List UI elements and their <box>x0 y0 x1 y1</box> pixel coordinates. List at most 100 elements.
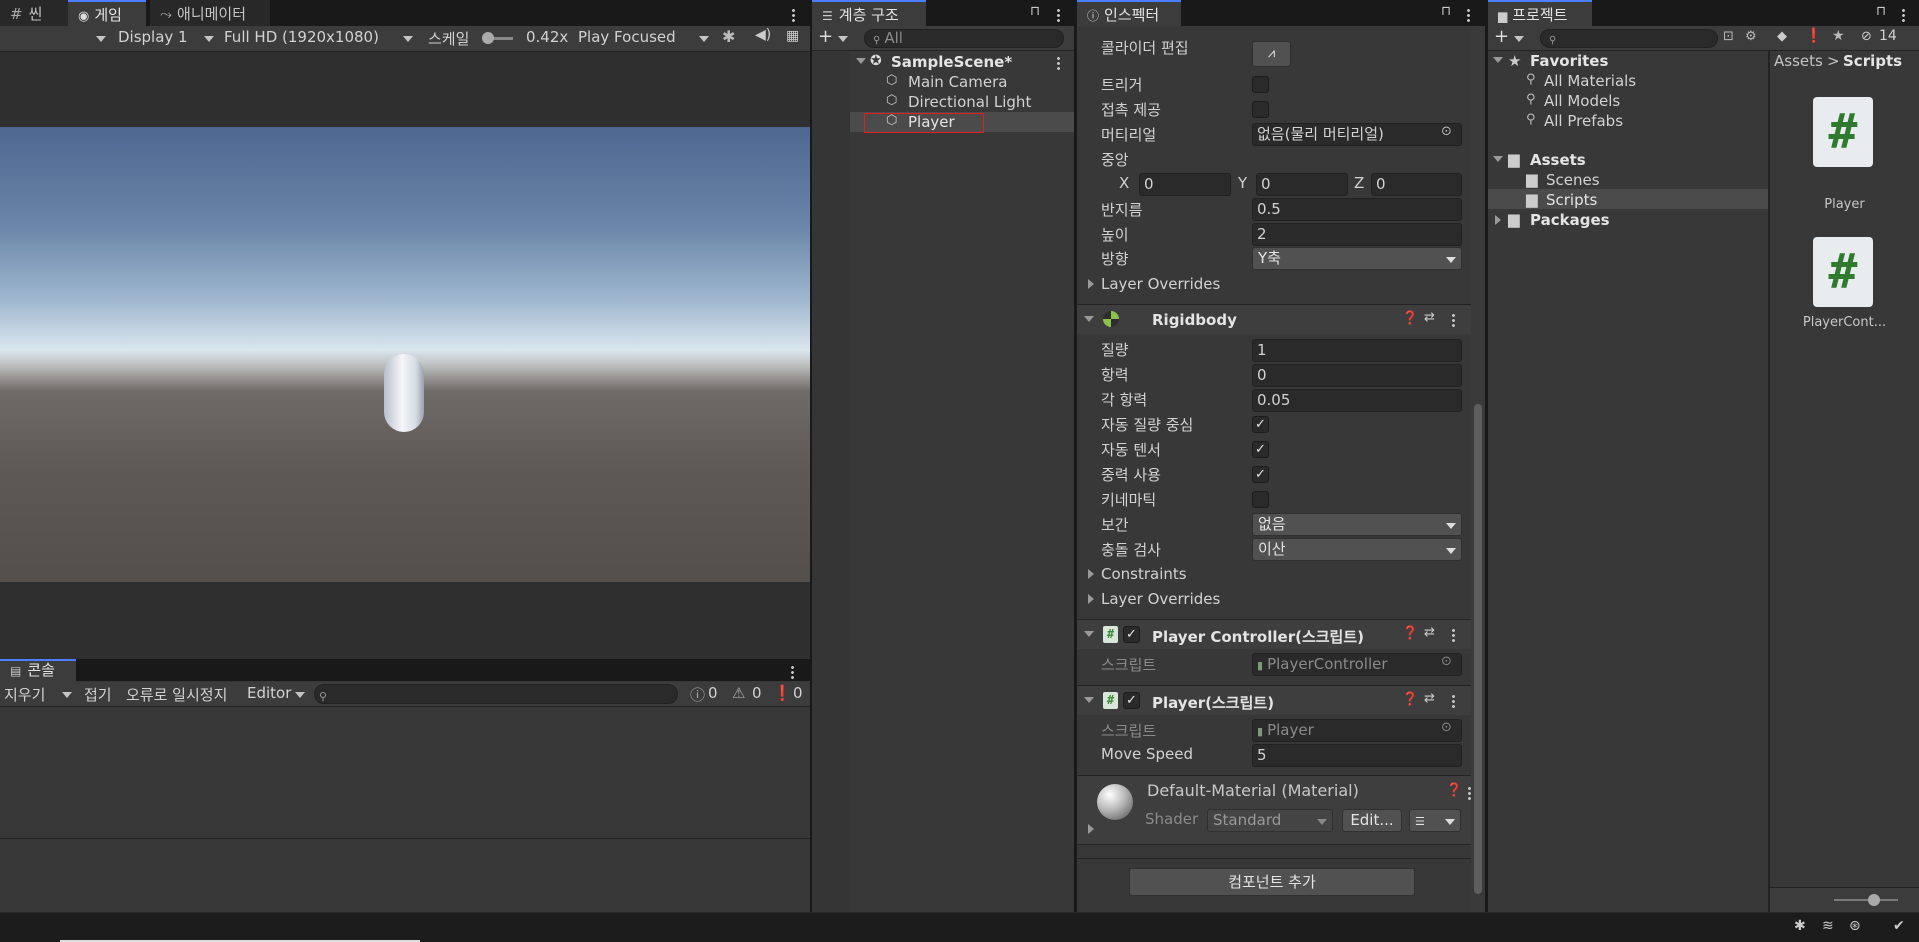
bug-icon[interactable]: ✱ <box>722 27 735 46</box>
add-component-button[interactable]: 컴포넌트 추가 <box>1129 868 1415 896</box>
player-controller-menu-icon[interactable] <box>1452 628 1455 642</box>
add-dropdown-icon[interactable] <box>838 36 848 42</box>
hierarchy-menu-icon[interactable] <box>1057 8 1060 22</box>
lighting-icon[interactable]: ⊛ <box>1849 918 1861 934</box>
playercontroller-script-file-icon[interactable]: # <box>1813 237 1873 307</box>
console-menu-icon[interactable] <box>791 665 794 679</box>
shader-options-dropdown[interactable]: ☰ <box>1409 809 1461 832</box>
player-script-enabled-checkbox[interactable]: ✓ <box>1123 692 1140 709</box>
drag-field[interactable]: 0 <box>1252 364 1462 387</box>
hierarchy-search-input[interactable]: ⚲ All <box>864 29 1064 48</box>
inspector-scrollbar[interactable] <box>1471 26 1485 912</box>
preset-icon[interactable]: ⇄ <box>1424 310 1435 325</box>
search-by-type-icon[interactable]: ⊡ <box>1723 29 1734 44</box>
scenes-folder[interactable]: Scenes <box>1546 171 1600 189</box>
help-icon[interactable]: ❓ <box>1446 783 1462 798</box>
hidden-packages-icon[interactable]: ⊘ <box>1861 29 1872 44</box>
check-icon[interactable]: ✔ <box>1893 918 1905 934</box>
radius-field[interactable]: 0.5 <box>1252 198 1462 221</box>
icon-size-slider-handle[interactable] <box>1868 894 1880 906</box>
scene-menu-icon[interactable] <box>1057 56 1060 70</box>
direction-dropdown[interactable]: Y축 <box>1252 247 1462 270</box>
player-controller-header[interactable]: # ✓ Player Controller(스크립트) ❓ ⇄ <box>1077 619 1485 649</box>
help-icon[interactable]: ❓ <box>1402 626 1418 641</box>
material-field[interactable]: 없음(물리 머티리얼) <box>1252 123 1462 146</box>
object-picker-icon[interactable]: ⊙ <box>1441 124 1452 139</box>
move-speed-field[interactable]: 5 <box>1252 744 1462 767</box>
label-icon[interactable]: ◆ <box>1777 29 1787 44</box>
rigidbody-menu-icon[interactable] <box>1452 313 1455 327</box>
contact-checkbox[interactable] <box>1252 101 1269 118</box>
shader-dropdown[interactable]: Standard <box>1207 809 1333 832</box>
preset-icon[interactable]: ⇄ <box>1424 625 1435 640</box>
clear-button[interactable]: 지우기 <box>4 684 45 705</box>
help-icon[interactable]: ❓ <box>1402 311 1418 326</box>
error-pause-button[interactable]: 오류로 일시정지 <box>126 684 227 705</box>
fav-all-prefabs[interactable]: All Prefabs <box>1544 112 1623 130</box>
scripts-folder[interactable]: Scripts <box>1546 191 1597 209</box>
kinematic-checkbox[interactable] <box>1252 491 1269 508</box>
help-icon[interactable]: ❓ <box>1402 692 1418 707</box>
log-count[interactable]: 0 <box>708 684 718 702</box>
collider-layer-overrides[interactable]: Layer Overrides <box>1101 275 1220 293</box>
editor-dropdown[interactable]: Editor <box>247 684 291 702</box>
stats-icon[interactable]: ▦ <box>786 28 799 44</box>
center-y-field[interactable]: 0 <box>1256 173 1348 196</box>
fav-all-models[interactable]: All Models <box>1544 92 1620 110</box>
console-search-input[interactable]: ⚲ <box>314 684 678 704</box>
breadcrumb-assets[interactable]: Assets <box>1774 52 1823 70</box>
hierarchy-item-directional-light[interactable]: Directional Light <box>908 93 1031 111</box>
add-icon[interactable]: + <box>818 26 833 47</box>
constraints-foldout[interactable]: Constraints <box>1101 565 1187 583</box>
collapse-button[interactable]: 접기 <box>84 684 112 705</box>
inspector-scroll-thumb[interactable] <box>1474 404 1482 894</box>
player-file-label[interactable]: Player <box>1770 197 1919 212</box>
player-script-menu-icon[interactable] <box>1452 694 1455 708</box>
player-controller-enabled-checkbox[interactable]: ✓ <box>1123 626 1140 643</box>
layers-icon[interactable]: ≋ <box>1822 918 1834 934</box>
inspector-menu-icon[interactable] <box>1467 8 1470 22</box>
preset-icon[interactable]: ⇄ <box>1424 691 1435 706</box>
create-dropdown-icon[interactable] <box>1514 36 1524 42</box>
collision-dropdown[interactable]: 이산 <box>1252 538 1462 561</box>
play-mode-dropdown[interactable]: Play Focused <box>578 28 676 46</box>
angular-drag-field[interactable]: 0.05 <box>1252 389 1462 412</box>
favorite-icon[interactable]: ★ <box>1832 28 1845 44</box>
clear-options-icon[interactable] <box>62 692 72 698</box>
favorites-folder[interactable]: Favorites <box>1530 52 1608 70</box>
warn-count[interactable]: 0 <box>752 684 762 702</box>
packages-folder[interactable]: Packages <box>1530 211 1610 229</box>
player-script-header[interactable]: # ✓ Player(스크립트) ❓ ⇄ <box>1077 685 1485 715</box>
tab-console[interactable]: ▤ 콘솔 <box>0 659 76 682</box>
trigger-checkbox[interactable] <box>1252 76 1269 93</box>
create-icon[interactable]: + <box>1494 26 1509 47</box>
project-search-input[interactable]: ⚲ <box>1540 29 1718 48</box>
debug-icon[interactable]: ✱ <box>1794 918 1806 934</box>
game-view[interactable] <box>0 52 810 659</box>
lock-icon[interactable]: ⊓ <box>1876 4 1886 19</box>
game-menu-icon[interactable] <box>792 8 795 22</box>
filter-type-icon[interactable]: ⚙ <box>1745 29 1757 44</box>
playercontroller-file-label[interactable]: PlayerCont... <box>1770 315 1919 330</box>
resolution-dropdown[interactable]: Full HD (1920x1080) <box>224 28 379 46</box>
center-z-field[interactable]: 0 <box>1371 173 1462 196</box>
project-menu-icon[interactable] <box>1902 8 1905 22</box>
lock-icon[interactable]: ⊓ <box>1441 4 1451 19</box>
use-gravity-checkbox[interactable]: ✓ <box>1252 466 1269 483</box>
mass-field[interactable]: 1 <box>1252 339 1462 362</box>
height-field[interactable]: 2 <box>1252 223 1462 246</box>
hierarchy-item-main-camera[interactable]: Main Camera <box>908 73 1007 91</box>
scale-slider-handle[interactable] <box>482 32 494 44</box>
auto-tensor-checkbox[interactable]: ✓ <box>1252 441 1269 458</box>
rigidbody-layer-overrides[interactable]: Layer Overrides <box>1101 590 1220 608</box>
auto-com-checkbox[interactable]: ✓ <box>1252 416 1269 433</box>
audio-icon[interactable]: ◀) <box>755 27 771 43</box>
collider-edit-button[interactable]: ⩘ <box>1252 41 1291 67</box>
hierarchy-item-player[interactable]: Player <box>908 113 955 131</box>
display-dropdown[interactable]: Display 1 <box>118 28 188 46</box>
scene-item[interactable]: SampleScene* <box>891 53 1012 71</box>
lock-icon[interactable]: ⊓ <box>1030 4 1040 19</box>
breadcrumb-scripts[interactable]: Scripts <box>1843 52 1902 70</box>
player-script-file-icon[interactable]: # <box>1813 97 1873 167</box>
warning-filter-icon[interactable]: ❗ <box>1805 28 1822 44</box>
